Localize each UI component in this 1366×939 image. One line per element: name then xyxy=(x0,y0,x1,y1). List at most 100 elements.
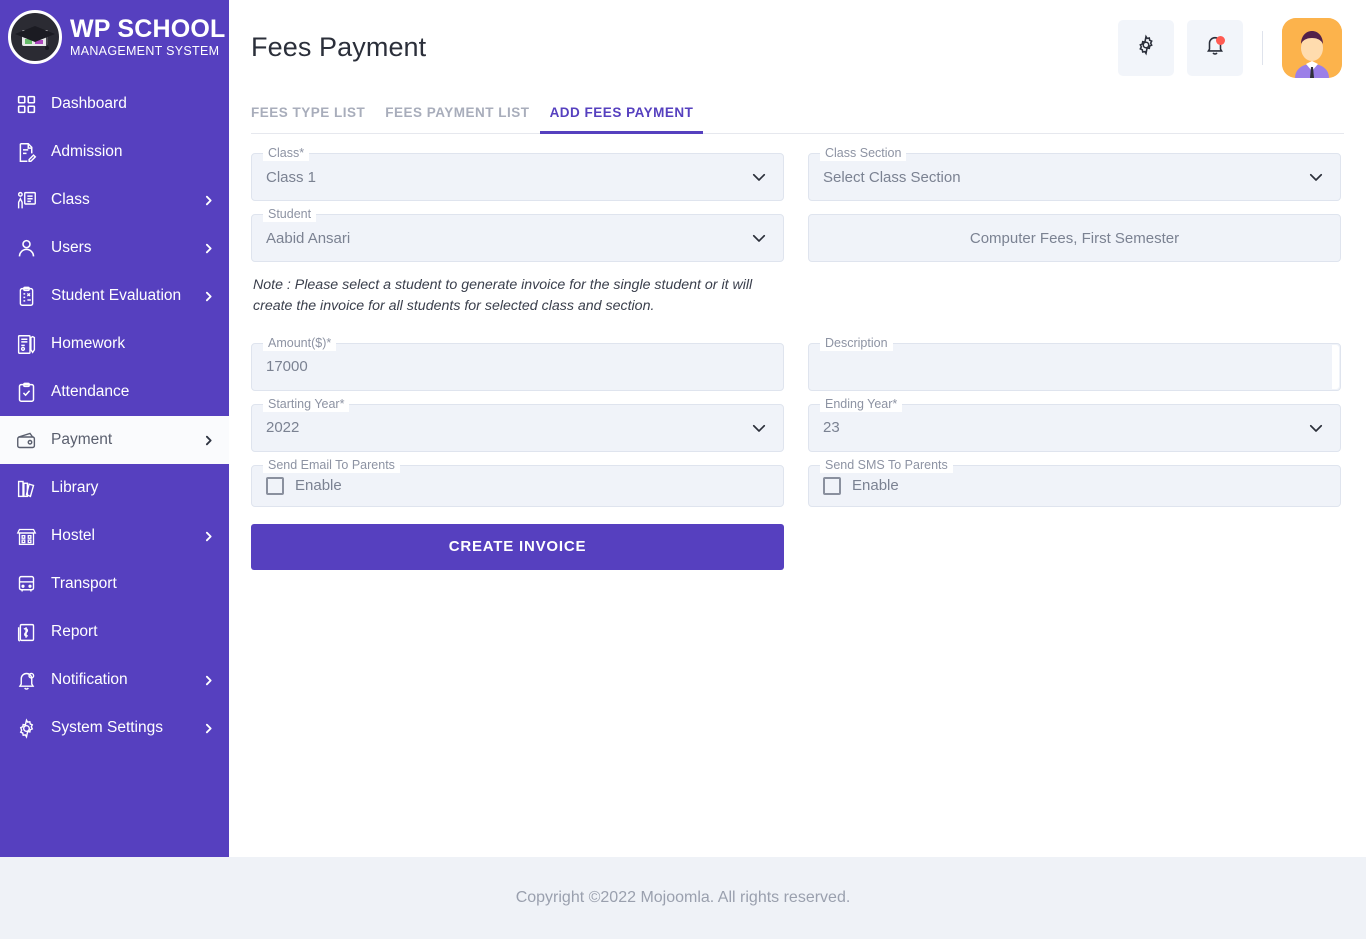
books-icon xyxy=(14,476,38,500)
notification-badge-dot xyxy=(1216,35,1225,45)
amount-input-value: 17000 xyxy=(266,358,308,376)
settings-button[interactable] xyxy=(1118,19,1174,76)
sidebar-item-label: Users xyxy=(51,239,92,256)
fees-type-display: Computer Fees, First Semester xyxy=(808,214,1341,262)
bell-icon xyxy=(14,668,38,692)
chevron-down-icon xyxy=(1306,418,1326,438)
topbar: Fees Payment xyxy=(229,0,1366,95)
send-email-to-parents-field[interactable]: Send Email To Parents Enable xyxy=(251,457,784,507)
class-select-label: Class* xyxy=(263,146,310,161)
sidebar-item-label: System Settings xyxy=(51,719,163,736)
description-scrollbar[interactable] xyxy=(1332,344,1339,389)
chevron-right-icon xyxy=(201,241,215,255)
sidebar-item-admission[interactable]: Admission xyxy=(0,128,229,176)
notifications-button[interactable] xyxy=(1187,19,1243,76)
description-textarea[interactable]: Description xyxy=(808,335,1341,391)
body-row: WP SCHOOL MANAGEMENT SYSTEM Dashboard Ad… xyxy=(0,0,1366,857)
student-select-value: Aabid Ansari xyxy=(266,229,351,247)
class-section-select[interactable]: Class Section Select Class Section xyxy=(808,146,1341,201)
form-left-column-2: Amount($)* 17000 Starting Year* 2022 Sen… xyxy=(251,335,784,570)
sidebar-item-label: Admission xyxy=(51,143,123,160)
sidebar-item-label: Class xyxy=(51,191,90,208)
top-actions xyxy=(1118,17,1342,78)
chevron-right-icon xyxy=(201,673,215,687)
sidebar-item-label: Report xyxy=(51,623,98,640)
chevron-down-icon xyxy=(749,167,769,187)
user-icon xyxy=(14,236,38,260)
chevron-right-icon xyxy=(201,193,215,207)
send-sms-checkbox-label: Enable xyxy=(852,477,899,495)
create-invoice-button[interactable]: CREATE INVOICE xyxy=(251,523,784,570)
send-sms-to-parents-field[interactable]: Send SMS To Parents Enable xyxy=(808,457,1341,507)
sidebar-item-label: Homework xyxy=(51,335,126,352)
gear-icon xyxy=(14,716,38,740)
tab-fees-payment-list[interactable]: FEES PAYMENT LIST xyxy=(375,95,539,133)
tab-fees-type-list[interactable]: FEES TYPE LIST xyxy=(251,95,375,133)
graduation-cap-logo-icon xyxy=(8,10,62,64)
brand-title: WP SCHOOL xyxy=(70,14,226,43)
sidebar-item-payment[interactable]: Payment xyxy=(0,416,229,464)
send-sms-label: Send SMS To Parents xyxy=(820,457,953,473)
student-select-label: Student xyxy=(263,207,317,222)
avatar[interactable] xyxy=(1282,17,1342,78)
sidebar-item-class[interactable]: Class xyxy=(0,176,229,224)
tab-add-fees-payment[interactable]: ADD FEES PAYMENT xyxy=(539,95,704,134)
form-grid: Class* Class 1 Student Aabid Ansari Note… xyxy=(251,146,1342,318)
brand-text: WP SCHOOL MANAGEMENT SYSTEM xyxy=(70,14,226,58)
form-right-column-2: Description Ending Year* 23 Send SMS To … xyxy=(808,335,1341,570)
send-sms-checkbox[interactable] xyxy=(823,476,841,495)
ending-year-value: 23 xyxy=(823,419,840,437)
sidebar-item-report[interactable]: Report xyxy=(0,608,229,656)
building-icon xyxy=(14,524,38,548)
teacher-board-icon xyxy=(14,188,38,212)
header-divider xyxy=(1262,30,1263,65)
send-email-label: Send Email To Parents xyxy=(263,457,400,473)
chevron-right-icon xyxy=(201,289,215,303)
sidebar-item-dashboard[interactable]: Dashboard xyxy=(0,80,229,128)
sidebar-item-label: Dashboard xyxy=(51,95,127,112)
report-icon xyxy=(14,620,38,644)
starting-year-value: 2022 xyxy=(266,419,300,437)
sidebar-nav: Dashboard Admission Class Users Student … xyxy=(0,80,229,752)
starting-year-label: Starting Year* xyxy=(263,396,350,412)
form-grid-2: Amount($)* 17000 Starting Year* 2022 Sen… xyxy=(251,335,1342,570)
chevron-down-icon xyxy=(1306,167,1326,187)
sidebar-item-users[interactable]: Users xyxy=(0,224,229,272)
amount-input-label: Amount($)* xyxy=(263,335,337,351)
student-note-text: Note : Please select a student to genera… xyxy=(253,277,753,315)
clipboard-tick-icon xyxy=(14,380,38,404)
send-email-checkbox-label: Enable xyxy=(295,477,342,495)
brand[interactable]: WP SCHOOL MANAGEMENT SYSTEM xyxy=(0,0,229,76)
class-select[interactable]: Class* Class 1 xyxy=(251,146,784,201)
footer: Copyright ©2022 Mojoomla. All rights res… xyxy=(0,857,1366,939)
student-select[interactable]: Student Aabid Ansari xyxy=(251,207,784,262)
amount-input[interactable]: Amount($)* 17000 xyxy=(251,335,784,391)
page-title: Fees Payment xyxy=(251,32,427,62)
sidebar-item-label: Notification xyxy=(51,671,128,688)
chevron-down-icon xyxy=(749,228,769,248)
starting-year-select[interactable]: Starting Year* 2022 xyxy=(251,396,784,452)
sidebar: WP SCHOOL MANAGEMENT SYSTEM Dashboard Ad… xyxy=(0,0,229,857)
sidebar-item-hostel[interactable]: Hostel xyxy=(0,512,229,560)
sidebar-item-system-settings[interactable]: System Settings xyxy=(0,704,229,752)
sidebar-item-notification[interactable]: Notification xyxy=(0,656,229,704)
book-pen-icon xyxy=(14,332,38,356)
fees-payment-form: Class* Class 1 Student Aabid Ansari Note… xyxy=(229,134,1366,570)
sidebar-item-label: Payment xyxy=(51,431,113,448)
sidebar-item-homework[interactable]: Homework xyxy=(0,320,229,368)
sidebar-item-student-evaluation[interactable]: Student Evaluation xyxy=(0,272,229,320)
wallet-icon xyxy=(14,428,38,452)
sidebar-item-label: Hostel xyxy=(51,527,95,544)
sidebar-item-label: Attendance xyxy=(51,383,130,400)
sidebar-item-library[interactable]: Library xyxy=(0,464,229,512)
ending-year-select[interactable]: Ending Year* 23 xyxy=(808,396,1341,452)
sidebar-item-attendance[interactable]: Attendance xyxy=(0,368,229,416)
main-content: Fees Payment FEES TYPE LIST FEES PAYMENT… xyxy=(229,0,1366,857)
sidebar-item-transport[interactable]: Transport xyxy=(0,560,229,608)
clipboard-check-icon xyxy=(14,284,38,308)
ending-year-label: Ending Year* xyxy=(820,396,903,412)
app-root: WP SCHOOL MANAGEMENT SYSTEM Dashboard Ad… xyxy=(0,0,1366,939)
sidebar-item-label: Student Evaluation xyxy=(51,287,182,304)
send-email-checkbox[interactable] xyxy=(266,476,284,495)
class-section-select-label: Class Section xyxy=(820,146,907,161)
